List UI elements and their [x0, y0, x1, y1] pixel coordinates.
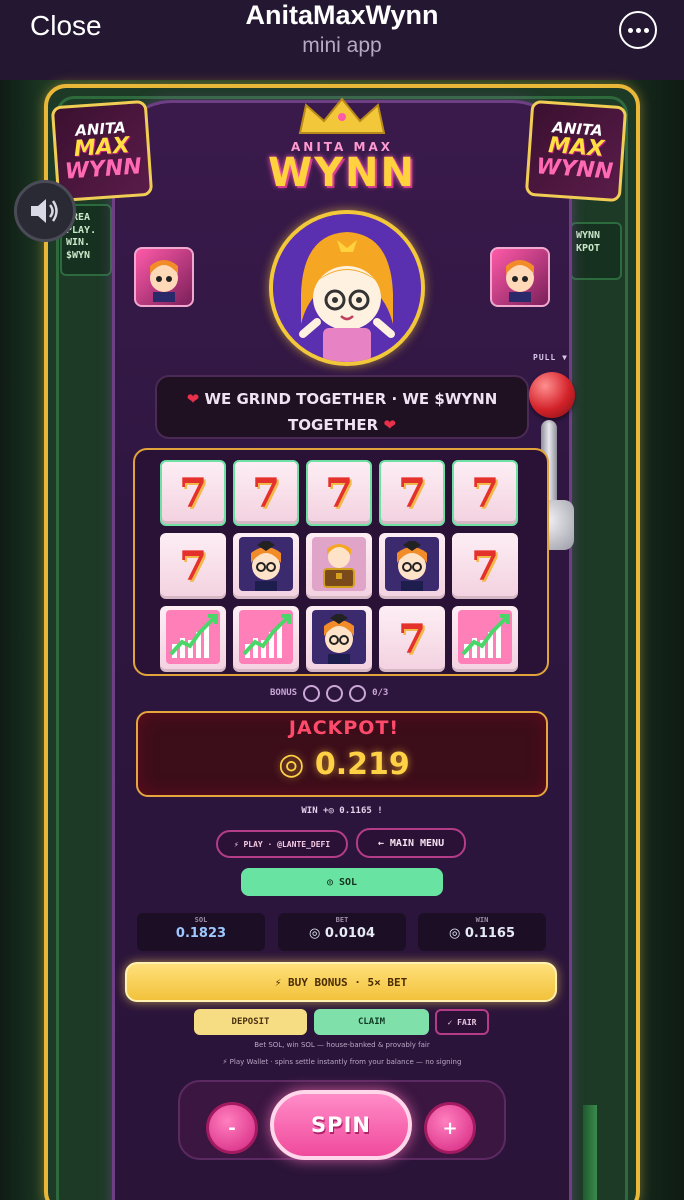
- seven-symbol: 7: [471, 469, 499, 517]
- app-subtitle: mini app: [302, 34, 382, 57]
- spin-button[interactable]: SPIN: [270, 1090, 412, 1160]
- main-menu-button[interactable]: ← MAIN MENU: [356, 828, 466, 858]
- mascot-icon: [312, 610, 366, 668]
- bonus-progress: 0/3: [372, 688, 389, 698]
- stat-value: ◎ 0.0104: [308, 926, 376, 941]
- mascot-icon: [385, 537, 439, 595]
- reel-symbol-seven: 7: [452, 533, 518, 599]
- stat-win: WIN ◎ 0.1165: [418, 913, 546, 951]
- mascot-thumbnail-right: [490, 247, 550, 307]
- dot-icon: [635, 27, 641, 33]
- seven-symbol: 7: [179, 542, 207, 590]
- more-options-button[interactable]: [619, 11, 657, 49]
- stat-bet: BET ◎ 0.0104: [278, 913, 406, 951]
- reel-symbol-chart: [160, 606, 226, 672]
- claim-button[interactable]: CLAIM: [314, 1009, 429, 1035]
- right-side-sign: WYNN KPOT: [570, 222, 622, 280]
- mascot-portrait-icon: [273, 214, 421, 362]
- stat-value: 0.1823: [175, 926, 227, 941]
- heart-icon: ❤: [186, 390, 200, 408]
- reel-symbol-chart: [452, 606, 518, 672]
- bonus-slot: [349, 684, 367, 702]
- motto-text: WE GRIND TOGETHER · WE $WYNN TOGETHER: [204, 390, 498, 434]
- reel-grid: 77777777: [160, 460, 526, 672]
- reel-symbol-seven: 7: [379, 460, 445, 526]
- play-wallet-button[interactable]: ⚡ PLAY · @LANTE_DEFI: [216, 830, 348, 858]
- seven-symbol: 7: [398, 469, 426, 517]
- reel-symbol-chart: [233, 606, 299, 672]
- bonus-slot: [326, 684, 344, 702]
- buy-bonus-button[interactable]: ⚡ BUY BONUS · 5× BET: [125, 962, 557, 1002]
- reel-symbol-mascot: [379, 533, 445, 599]
- speaker-icon: [31, 199, 58, 223]
- motto-banner: ❤ WE GRIND TOGETHER · WE $WYNN TOGETHER …: [155, 375, 529, 439]
- game-logo-main: WYNN: [267, 150, 417, 196]
- bonus-label: BONUS: [270, 688, 298, 698]
- chest-icon: [312, 537, 366, 595]
- sound-toggle-button[interactable]: [14, 180, 76, 242]
- stat-label: WIN: [475, 916, 489, 924]
- seven-symbol: 7: [398, 615, 426, 663]
- mascot-icon: [150, 260, 178, 302]
- jackpot-value-row: ◎ 0.219: [138, 747, 550, 782]
- corner-logo-text: WYNN: [535, 153, 615, 185]
- fine-print-line1: Bet SOL, win SOL — house-banked & provab…: [254, 1041, 430, 1049]
- bonus-tracker: BONUS 0/3: [270, 683, 420, 703]
- corner-logo-text: WYNN: [63, 153, 143, 185]
- mascot-thumbnail-left: [134, 247, 194, 307]
- mascot-icon: [506, 260, 534, 302]
- side-progress-bar: [583, 1105, 597, 1200]
- seven-symbol: 7: [325, 469, 353, 517]
- seven-symbol: 7: [252, 469, 280, 517]
- seven-symbol: 7: [471, 542, 499, 590]
- sol-coin-icon: ◎: [278, 747, 305, 782]
- reel-symbol-chest: [306, 533, 372, 599]
- provably-fair-button[interactable]: ✓ FAIR: [435, 1009, 489, 1035]
- deposit-button[interactable]: DEPOSIT: [194, 1009, 307, 1035]
- crown-icon: [298, 97, 386, 134]
- heart-icon: ❤: [383, 416, 396, 434]
- lever-handle[interactable]: [529, 372, 575, 418]
- stat-value: ◎ 0.1165: [448, 926, 516, 941]
- mini-app-header: Close AnitaMaxWynn mini app: [0, 0, 684, 80]
- reel-symbol-mascot: [233, 533, 299, 599]
- stat-label: SOL: [194, 916, 208, 924]
- dot-icon: [627, 27, 633, 33]
- jackpot-value: 0.219: [314, 747, 410, 782]
- reel-symbol-seven: 7: [306, 460, 372, 526]
- decrease-bet-button[interactable]: -: [206, 1102, 258, 1154]
- corner-logo-right: ANITA MAX WYNN: [524, 99, 628, 203]
- reel-symbol-seven: 7: [160, 460, 226, 526]
- chart-icon: [239, 610, 293, 668]
- reel-symbol-mascot: [306, 606, 372, 672]
- win-message: WIN +◎ 0.1165 !: [301, 806, 383, 816]
- mascot-avatar: [269, 210, 425, 366]
- currency-selector[interactable]: ◎ SOL: [241, 868, 443, 896]
- reel-symbol-seven: 7: [160, 533, 226, 599]
- bonus-slot: [303, 684, 321, 702]
- pull-label: PULL ▼: [533, 353, 568, 362]
- increase-bet-button[interactable]: +: [424, 1102, 476, 1154]
- reel-symbol-seven: 7: [452, 460, 518, 526]
- dot-icon: [643, 27, 649, 33]
- jackpot-title: JACKPOT!: [288, 717, 400, 739]
- app-title: AnitaMaxWynn: [245, 0, 439, 30]
- corner-logo-left: ANITA MAX WYNN: [50, 99, 154, 203]
- stat-label: BET: [335, 916, 349, 924]
- reel-symbol-seven: 7: [379, 606, 445, 672]
- jackpot-panel: JACKPOT! ◎ 0.219: [136, 711, 548, 797]
- reel-symbol-seven: 7: [233, 460, 299, 526]
- chart-icon: [166, 610, 220, 668]
- fine-print-line2: ⚡ Play Wallet · spins settle instantly f…: [222, 1058, 462, 1066]
- seven-symbol: 7: [179, 469, 207, 517]
- chart-icon: [458, 610, 512, 668]
- stat-sol-balance: SOL 0.1823: [137, 913, 265, 951]
- mascot-icon: [239, 537, 293, 595]
